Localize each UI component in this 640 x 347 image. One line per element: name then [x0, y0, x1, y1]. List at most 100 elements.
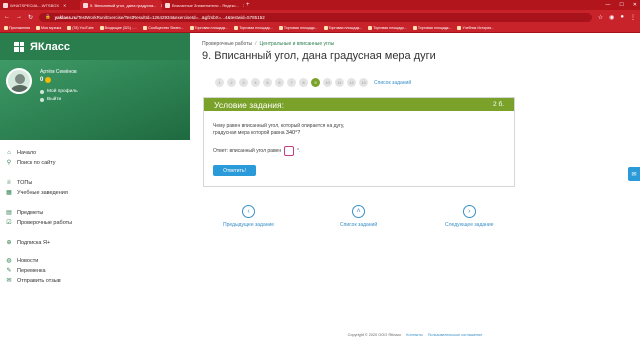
next-task-link[interactable]: › Следующее задание	[445, 205, 493, 228]
steam-icon	[143, 26, 148, 30]
arrow-left-icon: ‹	[242, 205, 256, 218]
feedback-icon: ✉	[6, 278, 12, 284]
bookmark[interactable]: Торговая площадк...	[368, 26, 407, 30]
back-icon[interactable]: ←	[4, 14, 10, 20]
pen-icon: ✎	[6, 268, 12, 274]
logo-text: ЯКласс	[30, 40, 70, 53]
page-button[interactable]: 2	[227, 78, 236, 87]
tab-label: Вписанные Знаменатели - Яндекс...	[172, 2, 239, 8]
sidebar-item-subscription[interactable]: ⊕ Подписка Я+	[6, 240, 50, 246]
my-profile-link[interactable]: Мой профиль	[40, 89, 78, 94]
bookmark[interactable]: Торговая площадк...	[412, 26, 451, 30]
prev-task-link[interactable]: ‹ Предыдущее задание	[223, 205, 274, 228]
browser-tab[interactable]: Вписанные Знаменатели - Яндекс... ✕	[162, 0, 244, 10]
page-button[interactable]: 13	[359, 78, 368, 87]
logo[interactable]: ЯКласс	[0, 33, 190, 60]
page-button-current[interactable]: 9	[311, 78, 320, 87]
bookmark[interactable]: Торговая площадк...	[278, 26, 318, 30]
sidebar-item-news[interactable]: ◍ Новости	[6, 258, 38, 264]
address-bar-row: ← → ↻ 🔒 yaklass.ru/TestWorkRun/Exercise/…	[0, 10, 640, 24]
logout-icon	[40, 97, 44, 102]
bookmarks-bar: Приложения Моя музыка (78) YouTube Входя…	[0, 24, 640, 33]
user-icon	[40, 89, 44, 94]
close-icon[interactable]: ✕	[243, 3, 244, 8]
bookmark[interactable]: Торговая площадк...	[323, 26, 362, 30]
bookmark[interactable]: Торговая площадк...	[189, 26, 228, 30]
task-list-link[interactable]: Список заданий	[374, 80, 411, 86]
task-question: Чему равен вписанный угол, который опира…	[213, 123, 413, 137]
submit-answer-button[interactable]: Ответить!	[213, 165, 256, 176]
page-title: 9. Вписанный угол, дана градусная мера д…	[202, 50, 436, 62]
bookmark[interactable]: Приложения	[4, 26, 30, 30]
youtube-icon	[67, 26, 72, 30]
close-icon[interactable]: ✕	[63, 3, 66, 8]
star-icon[interactable]: ☆	[598, 14, 603, 21]
main-content: Проверочные работы / Центральные и вписа…	[190, 33, 640, 347]
page-button[interactable]: 4	[251, 78, 260, 87]
sidebar-item-feedback[interactable]: ✉ Отправить отзыв	[6, 278, 60, 284]
page-button[interactable]: 1	[215, 78, 224, 87]
answer-input[interactable]	[284, 146, 295, 156]
close-window-icon[interactable]: ✕	[633, 0, 637, 10]
browser-tab[interactable]: WHATSPECIAL...WTSBOX ✕	[0, 0, 80, 10]
task-card: Условие задания: 2 б. Чему равен вписанн…	[203, 97, 515, 187]
bookmark[interactable]: Сообщество Steam...	[143, 26, 184, 30]
minimize-icon[interactable]: —	[605, 0, 610, 10]
forward-icon[interactable]: →	[16, 14, 22, 20]
bookmark[interactable]: Торговая площадк...	[234, 26, 273, 30]
user-name[interactable]: Артём Семёнов	[40, 69, 77, 75]
profile-icon[interactable]: ●	[620, 14, 624, 21]
lock-icon: 🔒	[45, 14, 51, 19]
sidebar-item-tests[interactable]: ☑ Проверочные работы	[6, 220, 72, 226]
page-button[interactable]: 7	[287, 78, 296, 87]
coin-icon	[45, 77, 52, 83]
breadcrumb-topic[interactable]: Центральные и вписанные углы	[260, 41, 335, 47]
url-input[interactable]: 🔒 yaklass.ru/TestWorkRun/Exercise/TestRe…	[39, 12, 592, 22]
chat-icon[interactable]: ✉	[628, 167, 640, 181]
apps-icon	[4, 26, 8, 30]
page-button[interactable]: 3	[239, 78, 248, 87]
window-controls: — ☐ ✕	[605, 0, 637, 10]
agreement-link[interactable]: Пользовательское соглашение	[428, 333, 483, 337]
logout-link[interactable]: Выйти	[40, 97, 61, 102]
avatar[interactable]	[6, 68, 32, 94]
building-icon: ▦	[6, 190, 12, 196]
bookmark-icon	[234, 26, 239, 30]
page-button[interactable]: 12	[347, 78, 356, 87]
task-score: 2 б.	[493, 101, 504, 108]
page-button[interactable]: 5	[263, 78, 272, 87]
contacts-link[interactable]: Контакты	[406, 333, 422, 337]
menu-icon[interactable]: ⋮	[630, 14, 636, 21]
bookmark[interactable]: Учебник Истории...	[457, 26, 494, 30]
sidebar-item-home[interactable]: ⌂ Начало	[6, 150, 36, 156]
bookmark[interactable]: Входящие (321) - ...	[99, 26, 137, 30]
bookmark[interactable]: Моя музыка	[36, 26, 61, 30]
tab-favicon-icon	[83, 2, 88, 8]
maximize-icon[interactable]: ☐	[619, 0, 623, 10]
page-button[interactable]: 6	[275, 78, 284, 87]
page-button[interactable]: 8	[299, 78, 308, 87]
sidebar-item-break[interactable]: ✎ Переменка	[6, 268, 45, 274]
copyright: Copyright © 2020 ООО ЯКласс	[347, 333, 402, 337]
sidebar-item-search[interactable]: ⚲ Поиск по сайту	[6, 160, 56, 166]
page-button[interactable]: 11	[335, 78, 344, 87]
reload-icon[interactable]: ↻	[28, 14, 33, 21]
new-tab-icon[interactable]: +	[246, 2, 250, 8]
bookmark[interactable]: (78) YouTube	[67, 26, 94, 30]
task-list-nav-link[interactable]: ˄ Список заданий	[340, 205, 377, 228]
coins-value: 0	[40, 77, 44, 83]
sidebar-item-schools[interactable]: ▦ Учебные заведения	[6, 190, 68, 196]
browser-tab-bar: WHATSPECIAL...WTSBOX ✕ 9. Вписанный угол…	[0, 0, 640, 10]
task-list-label: Список заданий	[340, 222, 378, 228]
browser-tab-active[interactable]: 9. Вписанный угол, дана градусна... ✕	[80, 0, 162, 10]
book-icon: ▤	[6, 210, 12, 216]
sidebar-item-tops[interactable]: ♕ ТОПы	[6, 180, 32, 186]
logo-icon	[14, 41, 24, 52]
bookmark-icon	[36, 26, 41, 30]
extension-icon[interactable]: ◉	[609, 14, 614, 21]
sidebar-item-subjects[interactable]: ▤ Предметы	[6, 210, 43, 216]
page-button[interactable]: 10	[323, 78, 332, 87]
tab-label: WHATSPECIAL...WTSBOX	[10, 2, 60, 8]
url-path: /TestWorkRun/Exercise/TestResultId=12642…	[76, 14, 265, 20]
breadcrumb-tests[interactable]: Проверочные работы	[202, 41, 252, 47]
